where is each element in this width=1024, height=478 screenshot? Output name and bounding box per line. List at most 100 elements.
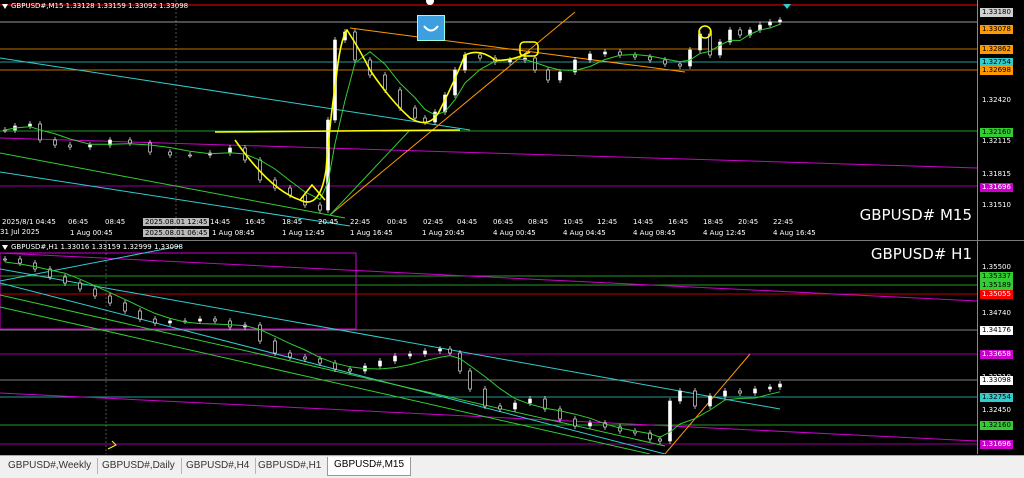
trend-line <box>329 11 576 216</box>
candle-body <box>573 418 577 427</box>
price-label: 1.32862 <box>980 45 1013 54</box>
time-axis-label: 00:45 <box>387 218 408 226</box>
candle-body <box>123 302 127 312</box>
time-axis-label: 4 Aug 08:45 <box>633 229 676 237</box>
candle-body <box>383 74 387 91</box>
candle-body <box>3 258 7 261</box>
price-label: 1.32754 <box>980 393 1013 402</box>
candle-body <box>528 398 532 404</box>
chart-pane-m15[interactable]: GBPUSD#,M15 1.33128 1.33159 1.33092 1.33… <box>0 0 1024 240</box>
time-axis-label: 1 Aug 00:45 <box>70 229 113 237</box>
candle-body <box>546 69 550 81</box>
dropdown-triangle-icon[interactable] <box>2 3 8 9</box>
candle-body <box>603 51 607 55</box>
candle-body <box>148 142 152 153</box>
m15-header: GBPUSD#,M15 1.33128 1.33159 1.33092 1.33… <box>2 2 188 10</box>
candle-body <box>18 258 22 264</box>
candle-body <box>168 151 172 156</box>
candle-body <box>648 56 652 61</box>
chart-tabs-bar: GBPUSD#,Weekly GBPUSD#,Daily GBPUSD#,H4 … <box>0 455 1024 478</box>
moving-average-line <box>4 261 781 438</box>
candle-body <box>618 51 622 56</box>
candle-body <box>478 54 482 59</box>
price-label: 1.31696 <box>980 183 1013 192</box>
candle-body <box>448 348 452 354</box>
time-axis-label: 20:45 <box>318 218 339 226</box>
time-axis-label: 20:45 <box>738 218 759 226</box>
dropdown-triangle-icon[interactable] <box>2 244 8 250</box>
time-axis-label: 14:45 <box>210 218 231 226</box>
time-axis-label: 06:45 <box>493 218 514 226</box>
candle-body <box>128 139 132 144</box>
m15-symbol-label: GBPUSD# M15 <box>859 206 972 224</box>
time-axis-label: 08:45 <box>528 218 549 226</box>
candle-body <box>513 402 517 410</box>
hand-drawing-circle <box>698 25 712 39</box>
candle-body <box>188 154 192 157</box>
candle-body <box>153 318 157 324</box>
tab-m15[interactable]: GBPUSD#,M15 <box>327 457 412 476</box>
candle-body <box>483 388 487 407</box>
candle-body <box>63 276 67 284</box>
candle-body <box>213 318 217 322</box>
price-label: 1.33180 <box>980 8 1013 17</box>
candle-body <box>738 29 742 36</box>
chart-pane-h1[interactable]: GBPUSD#,H1 1.33016 1.33159 1.32999 1.330… <box>0 241 1024 454</box>
price-label: 1.32160 <box>980 128 1013 137</box>
price-label: 1.33098 <box>980 376 1013 385</box>
price-label: 1.32450 <box>980 406 1013 415</box>
time-axis-label: 18:45 <box>282 218 303 226</box>
moving-average-line <box>4 23 781 201</box>
candle-body <box>458 352 462 372</box>
candle-body <box>378 360 382 367</box>
time-axis-label: 16:45 <box>245 218 266 226</box>
m15-chart-canvas[interactable] <box>0 0 1024 240</box>
price-label: 1.34740 <box>980 309 1013 318</box>
candle-body <box>688 49 692 67</box>
trend-line <box>0 268 781 410</box>
time-axis-label: 2025/8/1 04:45 <box>2 218 56 226</box>
candle-body <box>423 117 427 123</box>
candle-body <box>508 59 512 63</box>
hand-drawing <box>214 28 531 203</box>
time-axis-label: 14:45 <box>633 218 654 226</box>
time-axis-label: 4 Aug 00:45 <box>493 229 536 237</box>
time-axis-label: 18:45 <box>703 218 724 226</box>
candle-body <box>588 53 592 61</box>
candle-body <box>633 54 637 58</box>
price-label: 1.31815 <box>980 170 1013 179</box>
h1-chart-canvas[interactable] <box>0 241 1024 454</box>
scroll-marker-icon <box>783 4 791 9</box>
price-label: 1.32420 <box>980 96 1013 105</box>
time-axis-label: 4 Aug 04:45 <box>563 229 606 237</box>
candle-body <box>468 370 472 390</box>
time-axis-label: 12:45 <box>597 218 618 226</box>
candle-body <box>228 320 232 328</box>
time-axis-label: 06:45 <box>68 218 89 226</box>
price-label: 1.35189 <box>980 281 1013 290</box>
time-axis-label: 22:45 <box>773 218 794 226</box>
tab-h1[interactable]: GBPUSD#,H1 <box>252 458 329 474</box>
tab-weekly[interactable]: GBPUSD#,Weekly <box>2 458 99 474</box>
candle-body <box>663 59 667 65</box>
price-label: 1.33078 <box>980 25 1013 34</box>
h1-symbol-label: GBPUSD# H1 <box>870 245 972 263</box>
time-axis-label: 10:45 <box>563 218 584 226</box>
candle-body <box>718 41 722 56</box>
price-label: 1.32698 <box>980 66 1013 75</box>
tab-h4[interactable]: GBPUSD#,H4 <box>180 458 257 474</box>
time-axis-label: 2025.08.01 12:45 <box>143 218 210 226</box>
candle-body <box>258 324 262 342</box>
trend-line <box>664 353 751 454</box>
trend-line <box>0 282 666 454</box>
candle-body <box>413 107 417 119</box>
h1-ohlc-text: GBPUSD#,H1 1.33016 1.33159 1.32999 1.330… <box>11 243 183 251</box>
signal-smile-icon[interactable] <box>417 15 445 41</box>
price-label: 1.31696 <box>980 440 1013 449</box>
price-label: 1.34176 <box>980 326 1013 335</box>
time-axis-label: 31 Jul 2025 <box>0 228 40 236</box>
candle-body <box>168 320 172 324</box>
time-axis-label: 04:45 <box>457 218 478 226</box>
tab-daily[interactable]: GBPUSD#,Daily <box>96 458 182 474</box>
candle-body <box>533 57 537 71</box>
